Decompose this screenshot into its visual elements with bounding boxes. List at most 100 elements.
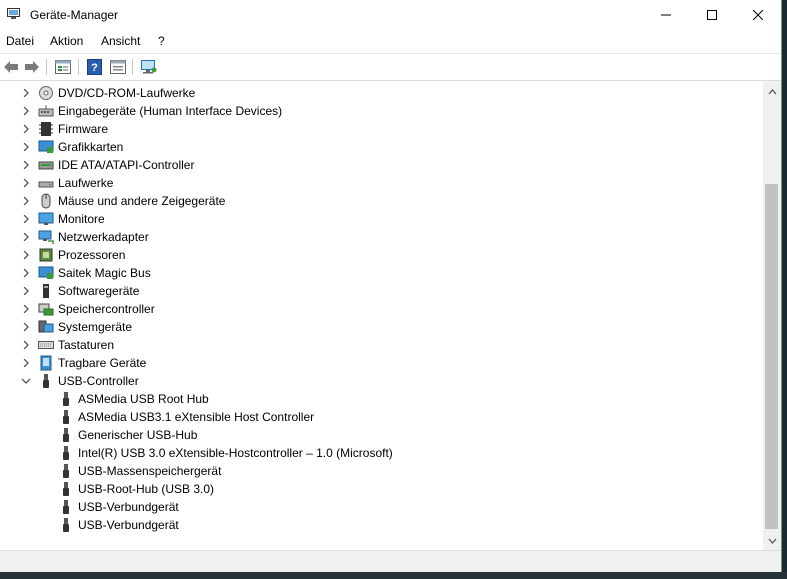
chevron-right-icon[interactable]: [20, 282, 32, 300]
tree-child-item[interactable]: Generischer USB-Hub: [58, 426, 197, 444]
tree-item-label: Mäuse und andere Zeigegeräte: [58, 194, 226, 208]
tree-child-item[interactable]: USB-Verbundgerät: [58, 498, 179, 516]
menu-help[interactable]: ?: [158, 34, 165, 48]
close-button[interactable]: [735, 0, 781, 30]
device-view-icon: [55, 60, 71, 74]
chevron-right-icon[interactable]: [20, 138, 32, 156]
tree-item-label: Tragbare Geräte: [58, 356, 147, 370]
tree-item-label: Speichercontroller: [58, 302, 155, 316]
tree-item-prozessoren[interactable]: Prozessoren: [20, 246, 125, 264]
taskbar-strip: [0, 572, 787, 579]
help-icon: ?: [87, 59, 102, 75]
minimize-button[interactable]: [643, 0, 689, 30]
tree-item-saitek[interactable]: Saitek Magic Bus: [20, 264, 151, 282]
chevron-right-icon[interactable]: [20, 192, 32, 210]
tree-item-label: Laufwerke: [58, 176, 114, 190]
scroll-down-button[interactable]: [763, 532, 781, 550]
tree-item-label: Firmware: [58, 122, 108, 136]
tree-item-tastaturen[interactable]: Tastaturen: [20, 336, 114, 354]
back-icon: [4, 61, 18, 73]
properties-button[interactable]: [109, 58, 127, 76]
ide-controller-icon: [38, 157, 54, 173]
tree-item-ide-ata[interactable]: IDE ATA/ATAPI-Controller: [20, 156, 194, 174]
chevron-right-icon[interactable]: [20, 336, 32, 354]
device-manager-app-icon: [7, 8, 21, 20]
tree-item-monitore[interactable]: Monitore: [20, 210, 105, 228]
usb-icon: [58, 409, 74, 425]
tree-item-eingabegeraete[interactable]: Eingabegeräte (Human Interface Devices): [20, 102, 282, 120]
tree-item-label: IDE ATA/ATAPI-Controller: [58, 158, 195, 172]
chevron-down-icon[interactable]: [20, 372, 32, 390]
chevron-down-icon: [768, 538, 776, 544]
menu-datei[interactable]: Datei: [6, 34, 34, 48]
chevron-right-icon[interactable]: [20, 174, 32, 192]
help-button[interactable]: ?: [86, 58, 104, 76]
tree-item-systemgeraete[interactable]: Systemgeräte: [20, 318, 132, 336]
title-bar[interactable]: Geräte-Manager: [0, 0, 781, 30]
tree-item-label: Tastaturen: [58, 338, 115, 352]
tree-item-usb-controller[interactable]: USB-Controller: [20, 372, 139, 390]
menu-bar: Datei Aktion Ansicht ?: [0, 30, 781, 52]
chevron-right-icon[interactable]: [20, 120, 32, 138]
tree-child-item[interactable]: ASMedia USB3.1 eXtensible Host Controlle…: [58, 408, 314, 426]
maximize-icon: [707, 10, 717, 20]
device-view-button[interactable]: [54, 58, 72, 76]
tree-item-softwaregeraete[interactable]: Softwaregeräte: [20, 282, 139, 300]
chevron-right-icon[interactable]: [20, 84, 32, 102]
tree-item-netzwerkadapter[interactable]: Netzwerkadapter: [20, 228, 149, 246]
chevron-right-icon[interactable]: [20, 246, 32, 264]
back-button[interactable]: [2, 58, 20, 76]
tree-item-firmware[interactable]: Firmware: [20, 120, 108, 138]
tree-child-item[interactable]: Intel(R) USB 3.0 eXtensible-Hostcontroll…: [58, 444, 393, 462]
maximize-button[interactable]: [689, 0, 735, 30]
properties-icon: [110, 60, 126, 74]
tree-item-label: Monitore: [58, 212, 105, 226]
tree-item-label: Softwaregeräte: [58, 284, 140, 298]
status-bar: [0, 550, 781, 573]
chevron-right-icon[interactable]: [20, 102, 32, 120]
tree-item-label: Netzwerkadapter: [58, 230, 149, 244]
tree-item-speichercontroller[interactable]: Speichercontroller: [20, 300, 155, 318]
device-tree[interactable]: DVD/CD-ROM-Laufwerke Eingabegeräte (Huma…: [0, 81, 763, 550]
monitor-icon: [38, 211, 54, 227]
menu-ansicht[interactable]: Ansicht: [101, 34, 140, 48]
processor-icon: [38, 247, 54, 263]
chevron-right-icon[interactable]: [20, 156, 32, 174]
tree-item-laufwerke[interactable]: Laufwerke: [20, 174, 113, 192]
tree-child-item[interactable]: USB-Verbundgerät: [58, 516, 179, 534]
software-device-icon: [38, 283, 54, 299]
tree-item-maeuse[interactable]: Mäuse und andere Zeigegeräte: [20, 192, 225, 210]
chevron-right-icon[interactable]: [20, 318, 32, 336]
tree-item-label: Saitek Magic Bus: [58, 266, 151, 280]
firmware-icon: [38, 121, 54, 137]
chevron-up-icon: [768, 89, 776, 95]
chevron-right-icon[interactable]: [20, 300, 32, 318]
tree-child-item[interactable]: USB-Root-Hub (USB 3.0): [58, 480, 214, 498]
tree-item-label: ASMedia USB Root Hub: [78, 392, 209, 406]
chevron-right-icon[interactable]: [20, 228, 32, 246]
dvd-drive-icon: [38, 85, 54, 101]
tree-child-item[interactable]: ASMedia USB Root Hub: [58, 390, 209, 408]
scrollbar-thumb[interactable]: [765, 184, 778, 529]
mouse-icon: [38, 193, 54, 209]
chevron-right-icon[interactable]: [20, 354, 32, 372]
chevron-right-icon[interactable]: [20, 210, 32, 228]
forward-icon: [25, 61, 39, 73]
saitek-bus-icon: [38, 265, 54, 281]
chevron-right-icon[interactable]: [20, 264, 32, 282]
menu-aktion[interactable]: Aktion: [50, 34, 83, 48]
tree-item-dvd-cd-rom[interactable]: DVD/CD-ROM-Laufwerke: [20, 84, 195, 102]
scroll-up-button[interactable]: [763, 83, 781, 101]
vertical-scrollbar[interactable]: [763, 81, 781, 550]
storage-controller-icon: [38, 301, 54, 317]
tree-item-label: ASMedia USB3.1 eXtensible Host Controlle…: [78, 410, 315, 424]
tree-item-label: USB-Controller: [58, 374, 139, 388]
tree-item-tragbare-geraete[interactable]: Tragbare Geräte: [20, 354, 146, 372]
tree-item-grafikkarten[interactable]: Grafikkarten: [20, 138, 123, 156]
close-icon: [753, 10, 763, 20]
tree-child-item[interactable]: USB-Massenspeichergerät: [58, 462, 221, 480]
forward-button[interactable]: [23, 58, 41, 76]
usb-icon: [58, 445, 74, 461]
scan-hardware-button[interactable]: [140, 58, 158, 76]
tree-item-label: Generischer USB-Hub: [78, 428, 198, 442]
